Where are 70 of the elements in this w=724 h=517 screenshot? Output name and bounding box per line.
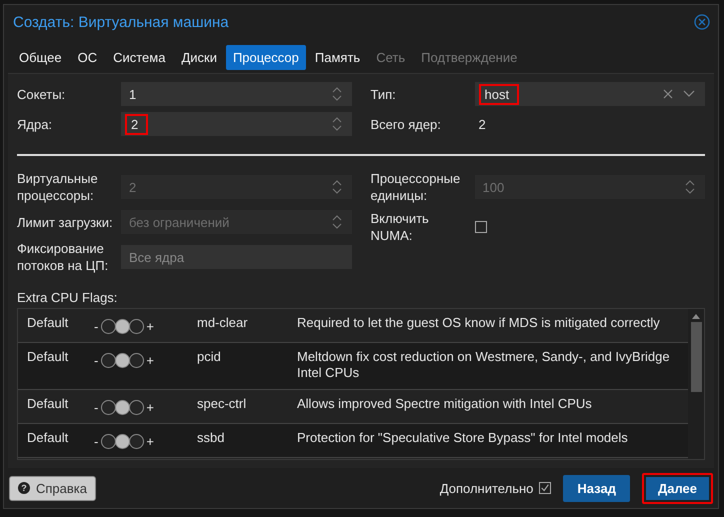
table-cell-text: Required to let the guest OS know if MDS is mitigated correctly bbox=[297, 315, 661, 331]
toggle-position[interactable] bbox=[101, 319, 116, 334]
spinner-arrows-icon bbox=[332, 179, 342, 195]
field-value: 2 bbox=[478, 116, 486, 132]
spinner-field[interactable]: 2 bbox=[121, 112, 352, 136]
toggle-position[interactable] bbox=[115, 400, 130, 415]
checkbox[interactable] bbox=[539, 482, 552, 494]
toggle-position[interactable] bbox=[115, 353, 130, 368]
table-cell-text: Protection for "Speculative Store Bypass" for Intel models bbox=[297, 430, 629, 446]
toggle-position[interactable] bbox=[115, 319, 130, 334]
toggle-position[interactable] bbox=[129, 400, 144, 415]
checkmark-icon bbox=[540, 482, 550, 494]
toggle-position[interactable] bbox=[115, 434, 130, 449]
tab[interactable]: Общее bbox=[12, 45, 69, 70]
field-label: Фиксирование потоков на ЦП: bbox=[17, 240, 110, 274]
table-cell-text: md-clear bbox=[197, 315, 249, 330]
plus-label: + bbox=[145, 400, 155, 415]
toggle-position[interactable] bbox=[101, 434, 116, 449]
toggle-position[interactable] bbox=[129, 434, 144, 449]
tab[interactable]: Процессор bbox=[226, 45, 306, 70]
checkbox[interactable] bbox=[474, 221, 486, 233]
dropdown-field[interactable]: host bbox=[474, 82, 705, 106]
toggle-position[interactable] bbox=[129, 353, 144, 368]
field-label: Ядра: bbox=[17, 116, 54, 132]
help-button[interactable]: ? Справка bbox=[9, 476, 96, 500]
table-cell-text: Allows improved Spectre mitigation with Intel CPUs bbox=[297, 396, 593, 412]
table-cell-text: Default bbox=[27, 315, 70, 330]
spinner-arrows-icon bbox=[332, 86, 342, 102]
scrollbar[interactable] bbox=[688, 309, 704, 459]
minus-label: - bbox=[93, 434, 100, 449]
field-label: Всего ядер: bbox=[370, 116, 442, 132]
spinner-arrows-icon bbox=[332, 116, 342, 132]
spinner-arrows-icon bbox=[332, 214, 342, 230]
minus-label: - bbox=[93, 319, 100, 334]
checkbox-label: Дополнительно bbox=[440, 480, 534, 496]
table-cell-text: spec-ctrl bbox=[197, 396, 248, 411]
field-label: Включить NUMA: bbox=[370, 210, 430, 244]
field-label: Процессорные единицы: bbox=[370, 170, 462, 204]
field-label: Сокеты: bbox=[17, 86, 66, 102]
tab[interactable]: Система bbox=[106, 45, 172, 70]
toggle-position[interactable] bbox=[129, 319, 144, 334]
window-title: Создать: Виртуальная машина bbox=[13, 14, 229, 30]
input-field[interactable]: Все ядра bbox=[121, 245, 352, 269]
table-cell-text: Default bbox=[27, 396, 70, 411]
button[interactable]: Назад bbox=[563, 474, 630, 502]
spinner-arrows-icon bbox=[685, 179, 695, 195]
tab[interactable]: Память bbox=[308, 45, 368, 70]
field-label: Виртуальные процессоры: bbox=[17, 170, 99, 204]
section-label: Extra CPU Flags: bbox=[17, 290, 118, 305]
field-label: Лимит загрузки: bbox=[17, 214, 114, 230]
plus-label: + bbox=[145, 353, 155, 368]
toggle-position[interactable] bbox=[101, 400, 116, 415]
tab[interactable]: Диски bbox=[174, 45, 224, 70]
toggle-position[interactable] bbox=[101, 353, 116, 368]
table-cell-text: ssbd bbox=[197, 430, 226, 445]
field-label: Тип: bbox=[370, 86, 397, 102]
table-cell-text: Default bbox=[27, 349, 70, 364]
spinner-field[interactable]: 1 bbox=[121, 82, 352, 106]
button[interactable]: Далее bbox=[642, 472, 713, 504]
table-cell-text: pcid bbox=[197, 349, 222, 364]
close-icon bbox=[694, 14, 710, 30]
minus-label: - bbox=[93, 353, 100, 368]
plus-label: + bbox=[145, 434, 155, 449]
chevron-down-icon bbox=[683, 90, 695, 98]
table-cell-text: Meltdown fix cost reduction on Westmere, Sandy-, and IvyBridge Intel CPUs bbox=[297, 349, 671, 381]
plus-label: + bbox=[145, 319, 155, 334]
minus-label: - bbox=[93, 400, 100, 415]
table-cell-text: Default bbox=[27, 430, 70, 445]
clear-icon bbox=[663, 89, 673, 99]
tab[interactable]: ОС bbox=[70, 45, 104, 70]
